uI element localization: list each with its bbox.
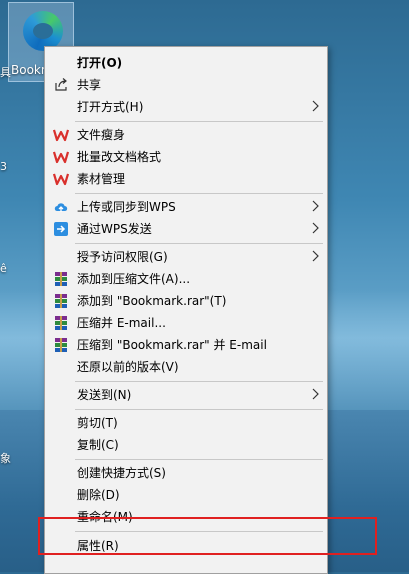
menu-item-label: 创建快捷方式(S) [77,466,166,480]
desktop-text-fragment: 象 [0,452,11,465]
chevron-right-icon [312,222,319,234]
menu-item-label: 还原以前的版本(V) [77,360,179,374]
menu-item-label: 剪切(T) [77,416,118,430]
menu-item-add-to-archive[interactable]: 添加到压缩文件(A)... [45,268,327,290]
share-icon [55,78,67,91]
menu-item-send-via-wps[interactable]: 通过WPS发送 [45,218,327,240]
menu-item-label: 通过WPS发送 [77,222,152,236]
menu-item-open[interactable]: 打开(O) [45,52,327,74]
chevron-right-icon [312,100,319,112]
menu-item-share[interactable]: 共享 [45,74,327,96]
menu-separator [75,121,323,122]
menu-item-compress-bookmark-email[interactable]: 压缩到 "Bookmark.rar" 并 E-mail [45,334,327,356]
menu-item-label: 添加到压缩文件(A)... [77,272,191,286]
send-arrow-icon [54,222,68,236]
wps-icon [53,151,69,164]
menu-item-upload-wps[interactable]: 上传或同步到WPS [45,196,327,218]
menu-separator [75,381,323,382]
desktop-text-fragment: 具 [0,66,11,79]
menu-item-restore-versions[interactable]: 还原以前的版本(V) [45,356,327,378]
menu-item-open-with[interactable]: 打开方式(H) [45,96,327,118]
chevron-right-icon [312,388,319,400]
wps-icon [53,173,69,186]
menu-item-label: 授予访问权限(G) [77,250,168,264]
menu-item-grant-access[interactable]: 授予访问权限(G) [45,246,327,268]
desktop-text-fragment: 3 [0,160,7,173]
wps-icon [53,129,69,142]
winrar-icon [55,294,67,308]
cloud-upload-icon [54,203,68,212]
menu-item-label: 批量改文档格式 [77,150,162,164]
chevron-right-icon [312,200,319,212]
menu-separator [75,459,323,460]
winrar-icon [55,316,67,330]
edge-browser-icon [23,11,63,51]
menu-item-delete[interactable]: 删除(D) [45,484,327,506]
menu-item-label: 发送到(N) [77,388,132,402]
menu-item-label: 压缩到 "Bookmark.rar" 并 E-mail [77,338,267,352]
highlight-annotation-box [38,517,377,555]
winrar-icon [55,272,67,286]
menu-separator [75,193,323,194]
menu-item-label: 压缩并 E-mail... [77,316,166,330]
menu-separator [75,243,323,244]
menu-item-label: 打开方式(H) [77,100,144,114]
menu-item-label: 素材管理 [77,172,126,186]
menu-item-batch-convert[interactable]: 批量改文档格式 [45,146,327,168]
menu-item-add-to-bookmark-rar[interactable]: 添加到 "Bookmark.rar"(T) [45,290,327,312]
menu-item-label: 上传或同步到WPS [77,200,176,214]
menu-item-label: 删除(D) [77,488,120,502]
desktop-icon-label: Bookn [11,63,49,77]
menu-item-cut[interactable]: 剪切(T) [45,412,327,434]
menu-item-label: 共享 [77,78,102,92]
menu-item-send-to[interactable]: 发送到(N) [45,384,327,406]
menu-item-label: 文件瘦身 [77,128,126,142]
menu-item-label: 添加到 "Bookmark.rar"(T) [77,294,227,308]
menu-item-compress-email[interactable]: 压缩并 E-mail... [45,312,327,334]
menu-separator [75,409,323,410]
desktop-text-fragment: ê [0,262,7,275]
context-menu: 打开(O) 共享 打开方式(H) 文件瘦身 批量改文档格式 素材管理 上传或同步… [44,46,328,574]
menu-item-create-shortcut[interactable]: 创建快捷方式(S) [45,462,327,484]
menu-item-label: 复制(C) [77,438,119,452]
winrar-icon [55,338,67,352]
chevron-right-icon [312,250,319,262]
menu-item-asset-manager[interactable]: 素材管理 [45,168,327,190]
menu-item-label: 打开(O) [77,56,123,70]
menu-item-file-slim[interactable]: 文件瘦身 [45,124,327,146]
menu-item-copy[interactable]: 复制(C) [45,434,327,456]
